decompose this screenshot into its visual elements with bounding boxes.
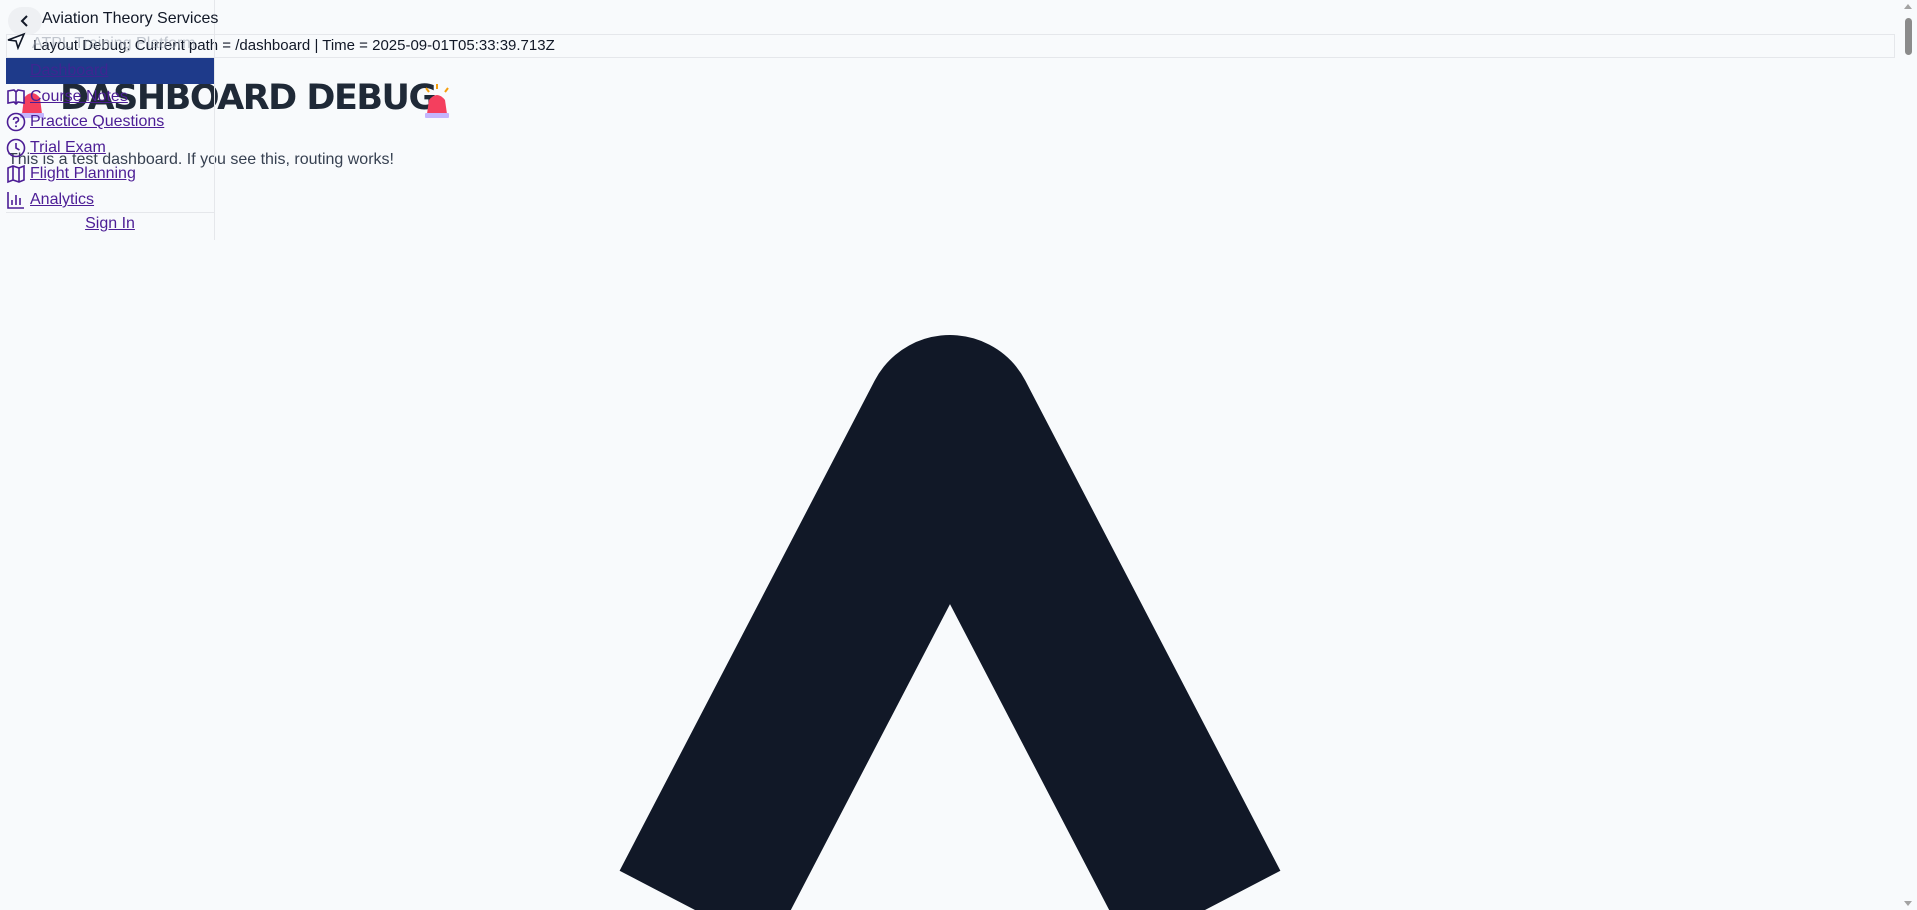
layout-debug-bar: Layout Debug: Current path = /dashboard … [6, 34, 1895, 58]
divider [6, 212, 214, 213]
chevron-up-icon [619, 335, 1281, 910]
clock-icon [6, 138, 26, 158]
book-icon [7, 89, 25, 106]
sidebar-item-label[interactable]: Practice Questions [30, 113, 164, 131]
sign-in-link[interactable]: Sign In [0, 215, 220, 233]
sidebar-item-trial-exam[interactable]: Trial Exam [6, 136, 106, 160]
sidebar-item-label[interactable]: Flight Planning [30, 165, 136, 183]
sidebar-item-course-notes[interactable]: Course Notes [6, 85, 128, 109]
brand-tagline: ATPL Training Platform [32, 35, 196, 52]
sidebar-item-label[interactable]: Trial Exam [30, 139, 106, 157]
sidebar: Aviation Theory Services ATPL Training P… [0, 0, 219, 240]
sidebar-item-analytics[interactable]: Analytics [6, 188, 94, 212]
chevron-left-icon [20, 15, 28, 27]
plane-icon [7, 32, 26, 50]
sidebar-item-flight-planning[interactable]: Flight Planning [6, 162, 136, 186]
map-icon [7, 164, 25, 184]
sidebar-item-label[interactable]: Course Notes [30, 88, 128, 106]
sidebar-item-dashboard[interactable]: Dashboard [6, 58, 214, 84]
siren-icon [425, 84, 449, 118]
sidebar-item-label[interactable]: Analytics [30, 191, 94, 209]
bar-chart-icon [7, 192, 24, 209]
sidebar-item-label: Dashboard [30, 62, 109, 79]
brand-name: Aviation Theory Services [42, 10, 219, 27]
question-circle-icon [6, 112, 26, 132]
sidebar-item-practice-questions[interactable]: Practice Questions [6, 110, 164, 134]
